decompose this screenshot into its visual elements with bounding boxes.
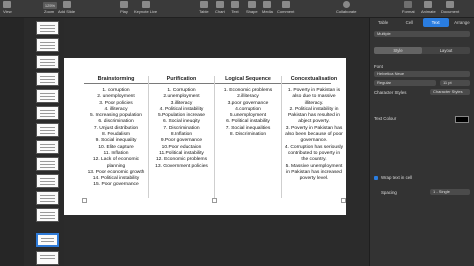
add-slide-button[interactable]: Add Slide — [58, 1, 75, 14]
slide-thumbnail[interactable] — [36, 21, 59, 35]
shape-icon — [247, 1, 256, 8]
spacing-label: Spacing — [381, 190, 397, 195]
slide-thumbnail[interactable] — [36, 106, 59, 120]
column-items: 1. corruption 2. unemployment 3. Poor po… — [84, 88, 148, 189]
play-icon — [120, 1, 128, 8]
zoom-select[interactable]: 125% — [43, 2, 57, 9]
text-icon — [231, 1, 239, 8]
format-icon — [404, 1, 413, 8]
slide-thumbnail[interactable] — [36, 174, 59, 188]
left-strip — [0, 18, 24, 266]
column-header: Brainstorming — [97, 76, 135, 82]
resize-handle[interactable] — [341, 198, 346, 203]
tab-table[interactable]: Table — [370, 18, 396, 27]
inspector-tabs: Table Cell Text Arrange — [370, 18, 474, 27]
view-button[interactable]: View — [3, 1, 12, 14]
animate-icon — [424, 1, 433, 8]
slide-thumbnail-selected[interactable] — [36, 233, 59, 247]
format-button[interactable]: Format — [402, 1, 415, 14]
slide-thumbnail[interactable] — [36, 140, 59, 154]
spacing-select[interactable]: 1 - Single — [430, 189, 470, 195]
shape-button[interactable]: Shape — [246, 1, 258, 14]
list-item: 12. Lack of economic — [92, 157, 140, 163]
media-button[interactable]: Media — [262, 1, 273, 14]
column-header: Concextualisation — [290, 76, 338, 82]
list-item: 12. Economic problems — [155, 157, 208, 163]
slide-thumbnail[interactable] — [36, 123, 59, 137]
slide-thumbnail[interactable] — [36, 72, 59, 86]
format-inspector: Table Cell Text Arrange Multiple Style L… — [369, 18, 474, 266]
slide-thumbnail[interactable] — [36, 251, 59, 265]
column-header: Purification — [166, 76, 197, 82]
style-layout-segment: Style Layout — [374, 47, 470, 54]
plus-icon — [62, 1, 71, 8]
comment-button[interactable]: Comment — [277, 1, 294, 14]
resize-handle[interactable] — [82, 198, 87, 203]
paragraph-style-select[interactable]: Multiple — [374, 31, 470, 37]
document-button[interactable]: Document — [441, 1, 459, 14]
slide-thumbnail[interactable] — [36, 208, 59, 222]
font-label: Font — [374, 64, 383, 69]
list-item: poverty level. — [299, 176, 329, 182]
wrap-text-checkbox[interactable] — [374, 176, 378, 180]
collaborate-button[interactable]: Collaborate — [336, 1, 356, 14]
text-colour-swatch[interactable] — [455, 116, 469, 123]
segment-layout[interactable]: Layout — [422, 47, 470, 54]
column-items: 1. Corruption 2.unemployment 3.illiterac… — [149, 88, 214, 170]
column-items: 1. Economic problems 2.illiteracy 3.poor… — [215, 88, 281, 138]
list-item: 5. Massive unemployment — [285, 163, 343, 169]
list-item: 13. Government policies — [155, 163, 208, 169]
tab-cell[interactable]: Cell — [396, 18, 422, 27]
resize-handle[interactable] — [212, 198, 217, 203]
slide-thumbnail[interactable] — [36, 191, 59, 205]
chart-button[interactable]: Chart — [215, 1, 225, 14]
list-item: 15. Poor governance — [93, 182, 139, 188]
tab-arrange[interactable]: Arrange — [449, 18, 474, 27]
font-size-field[interactable]: 11 pt — [440, 80, 470, 86]
view-icon — [3, 1, 12, 8]
collaborate-icon — [342, 1, 350, 8]
text-button[interactable]: Text — [231, 1, 239, 14]
wrap-text-label: Wrap text in cell — [381, 175, 413, 180]
zoom-label: Zoom — [44, 9, 55, 14]
character-styles-label: Character Styles — [374, 90, 407, 95]
broadcast-icon — [141, 1, 150, 8]
column-items: 1. Poverty in Pakistan is also due to ma… — [282, 88, 346, 182]
animate-button[interactable]: Animate — [421, 1, 436, 14]
table-button[interactable]: Table — [199, 1, 209, 14]
slide-thumbnail[interactable] — [36, 38, 59, 52]
text-colour-label: Text Colour — [374, 116, 397, 121]
chart-icon — [215, 1, 224, 8]
slide: Brainstorming 1. corruption 2. unemploym… — [64, 58, 346, 215]
media-icon — [263, 1, 272, 8]
document-icon — [446, 1, 455, 8]
slide-thumbnail[interactable] — [36, 157, 59, 171]
font-style-select[interactable]: Regular — [374, 80, 436, 86]
tab-text[interactable]: Text — [422, 18, 449, 27]
slide-thumbnail[interactable] — [36, 55, 59, 69]
header-rule — [84, 83, 331, 84]
slide-thumbnail[interactable] — [36, 89, 59, 103]
slide-navigator — [24, 18, 65, 266]
play-button[interactable]: Play — [120, 1, 128, 14]
keynote-live-button[interactable]: Keynote Live — [134, 1, 157, 14]
table-icon — [199, 1, 208, 8]
toolbar: View 125% Zoom Add Slide Play Keynote Li… — [0, 0, 474, 18]
character-styles-select[interactable]: Character Styles — [430, 89, 470, 95]
list-item: 8. Discrimination — [229, 132, 267, 138]
comment-icon — [281, 1, 290, 8]
font-family-select[interactable]: Helvetica Neue — [374, 71, 470, 77]
column-header: Logical Sequence — [225, 76, 271, 82]
segment-style[interactable]: Style — [374, 47, 422, 54]
